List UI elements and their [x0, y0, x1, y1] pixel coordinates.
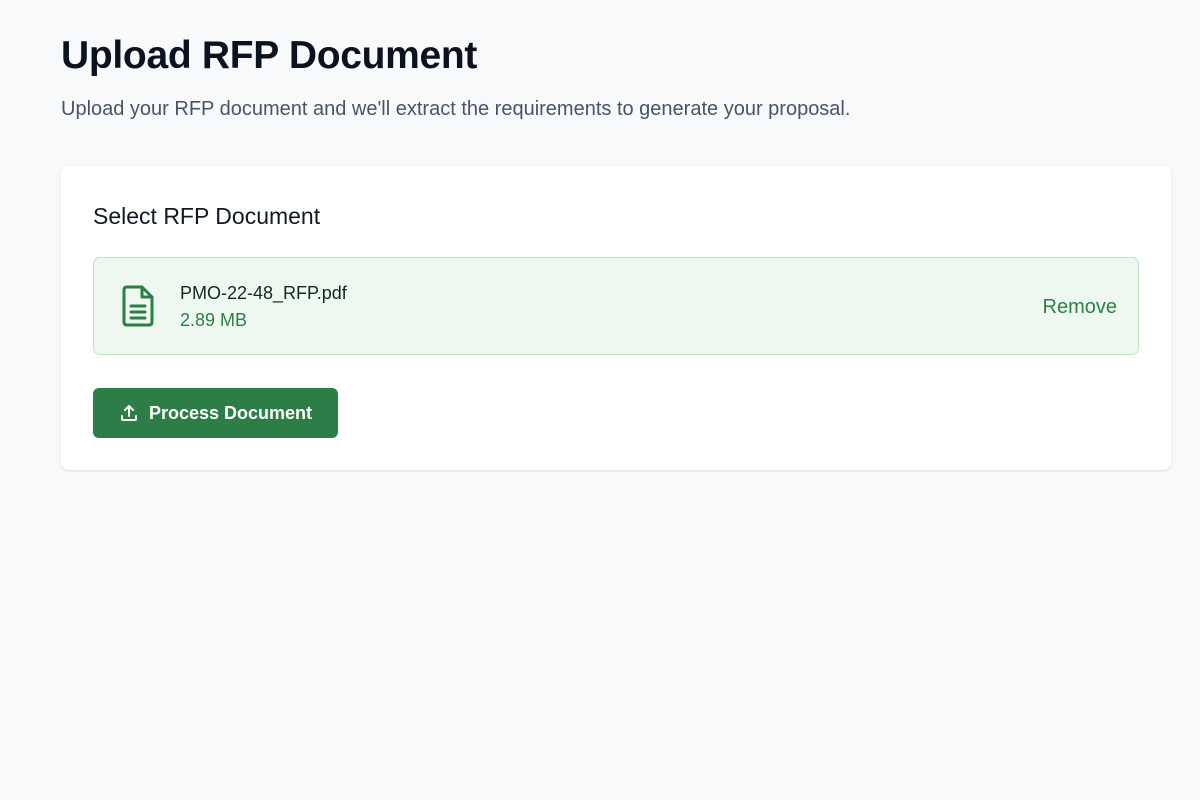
file-size: 2.89 MB — [180, 310, 248, 330]
selected-file: PMO-22-48_RFP.pdf 2.89 MB Remove — [93, 257, 1139, 355]
page-subtitle: Upload your RFP document and we'll extra… — [61, 98, 851, 120]
upload-card: Select RFP Document PMO-22-48_RFP.pdf 2.… — [61, 166, 1171, 470]
card-title: Select RFP Document — [93, 203, 321, 229]
process-document-label: Process Document — [148, 402, 313, 423]
process-document-button[interactable]: Process Document — [93, 388, 338, 438]
page-title: Upload RFP Document — [61, 34, 478, 77]
remove-file-button[interactable]: Remove — [1043, 295, 1117, 319]
file-name: PMO-22-48_RFP.pdf — [180, 283, 347, 303]
upload-icon — [119, 403, 139, 423]
file-text-icon — [120, 285, 156, 327]
upload-page: Upload RFP Document Upload your RFP docu… — [61, 30, 1171, 470]
